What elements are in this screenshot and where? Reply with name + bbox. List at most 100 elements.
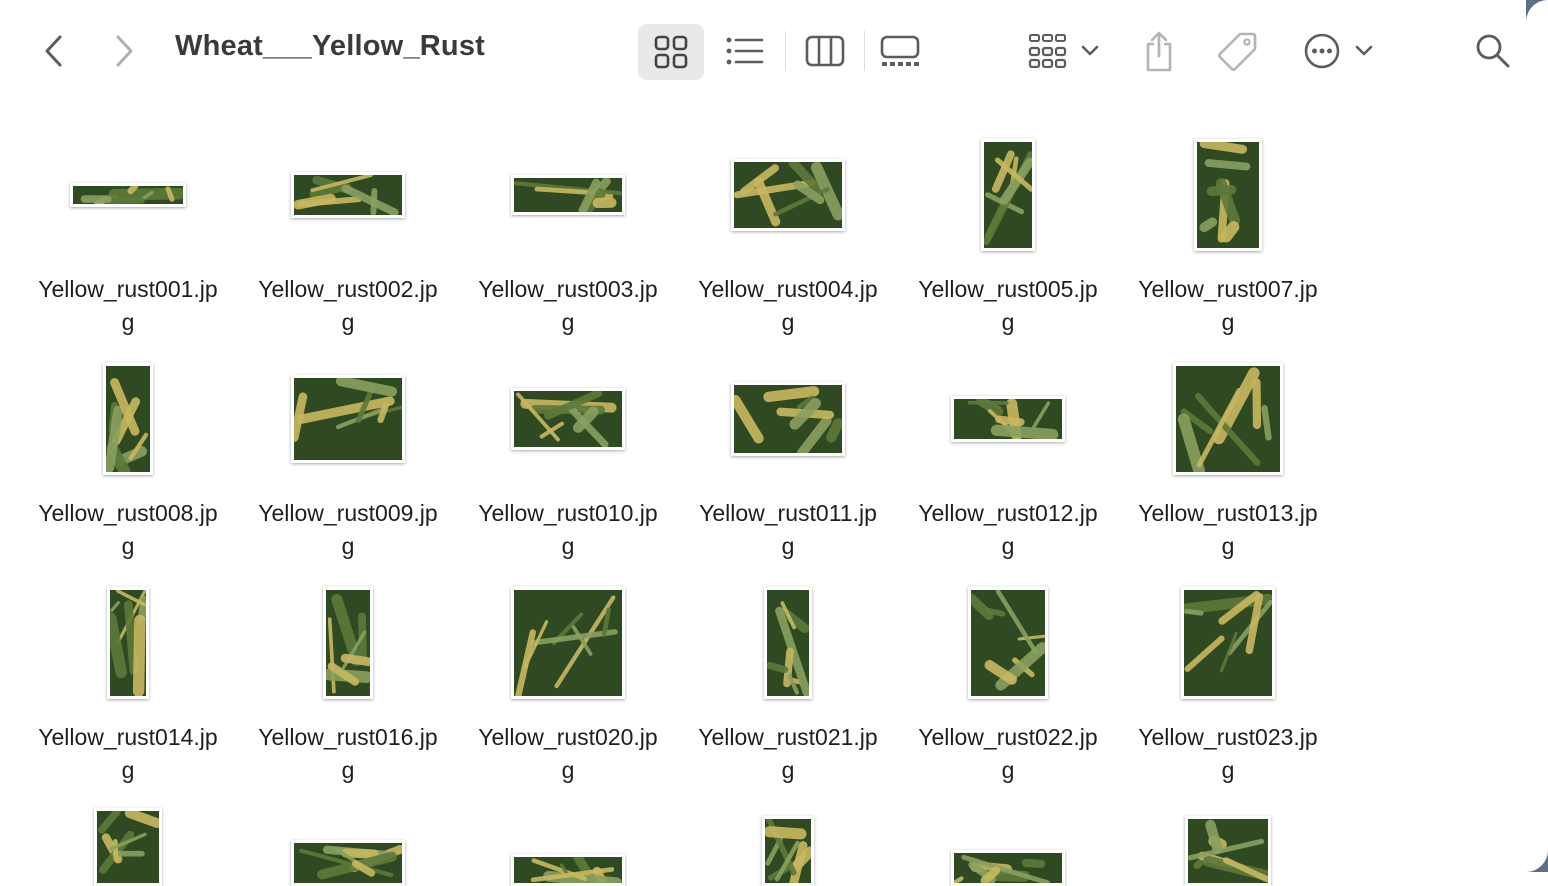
file-item[interactable]: Yellow_rust008.jpg	[18, 354, 238, 578]
file-name-label[interactable]: Yellow_rust021.jpg	[678, 721, 898, 787]
tag-icon	[1216, 30, 1258, 72]
image-thumbnail[interactable]	[94, 808, 162, 886]
file-name-line: g	[458, 754, 678, 787]
share-button[interactable]	[1136, 24, 1182, 78]
file-name-label[interactable]: Yellow_rust004.jpg	[678, 273, 898, 339]
file-item[interactable]: Yellow_rust005.jpg	[898, 130, 1118, 354]
gallery-view-icon	[880, 35, 920, 67]
file-name-line: g	[898, 306, 1118, 339]
file-name-line: g	[678, 754, 898, 787]
file-name-label[interactable]: Yellow_rust008.jpg	[18, 497, 238, 563]
file-name-line: Yellow_rust011.jp	[678, 497, 898, 530]
image-thumbnail[interactable]	[1185, 816, 1271, 886]
image-thumbnail[interactable]	[951, 396, 1065, 442]
file-name-label[interactable]: Yellow_rust016.jpg	[238, 721, 458, 787]
image-thumbnail[interactable]	[291, 840, 405, 886]
file-name-label[interactable]: Yellow_rust011.jpg	[678, 497, 898, 563]
thumbnail-area	[238, 130, 458, 260]
window-corner	[1526, 850, 1548, 872]
image-thumbnail[interactable]	[951, 850, 1065, 886]
file-item[interactable]: Yellow_rust012.jpg	[898, 354, 1118, 578]
file-item[interactable]: Yellow_rust010.jpg	[458, 354, 678, 578]
file-item[interactable]: Yellow_rust001.jpg	[18, 130, 238, 354]
file-name-label[interactable]: Yellow_rust013.jpg	[1118, 497, 1338, 563]
gallery-view-button[interactable]	[874, 26, 926, 76]
image-thumbnail[interactable]	[511, 587, 625, 699]
file-name-label[interactable]: Yellow_rust014.jpg	[18, 721, 238, 787]
image-thumbnail[interactable]	[291, 375, 405, 463]
more-actions-button[interactable]	[1298, 26, 1378, 76]
back-button[interactable]	[36, 30, 72, 72]
file-name-line: Yellow_rust003.jp	[458, 273, 678, 306]
file-item[interactable]: Yellow_rust009.jpg	[238, 354, 458, 578]
image-thumbnail[interactable]	[70, 183, 186, 207]
file-name-label[interactable]: Yellow_rust010.jpg	[458, 497, 678, 563]
file-name-line: Yellow_rust001.jp	[18, 273, 238, 306]
image-thumbnail[interactable]	[731, 382, 845, 456]
image-thumbnail[interactable]	[107, 587, 149, 699]
file-item[interactable]: Yellow_rust011.jpg	[678, 354, 898, 578]
file-name-line: Yellow_rust013.jp	[1118, 497, 1338, 530]
search-icon	[1475, 33, 1511, 69]
thumbnail-area	[18, 354, 238, 484]
file-name-line: g	[898, 754, 1118, 787]
file-name-label[interactable]: Yellow_rust005.jpg	[898, 273, 1118, 339]
thumbnail-area	[678, 578, 898, 708]
file-name-line: Yellow_rust008.jp	[18, 497, 238, 530]
file-name-label[interactable]: Yellow_rust020.jpg	[458, 721, 678, 787]
file-item[interactable]: Yellow_rust004.jpg	[678, 130, 898, 354]
file-item[interactable]: Yellow_rust020.jpg	[458, 578, 678, 802]
forward-button[interactable]	[106, 30, 142, 72]
image-thumbnail[interactable]	[762, 816, 814, 886]
file-name-label[interactable]: Yellow_rust003.jpg	[458, 273, 678, 339]
file-name-label[interactable]: Yellow_rust023.jpg	[1118, 721, 1338, 787]
file-item[interactable]: Yellow_rust013.jpg	[1118, 354, 1338, 578]
file-item[interactable]: Yellow_rust022.jpg	[898, 578, 1118, 802]
image-thumbnail[interactable]	[323, 587, 373, 699]
search-button[interactable]	[1470, 26, 1516, 76]
chevron-down-icon	[1355, 45, 1373, 57]
image-thumbnail[interactable]	[1173, 363, 1283, 475]
image-thumbnail[interactable]	[981, 139, 1035, 251]
file-name-label[interactable]: Yellow_rust012.jpg	[898, 497, 1118, 563]
file-item[interactable]: Yellow_rust003.jpg	[458, 130, 678, 354]
thumbnail-area	[1118, 578, 1338, 708]
file-name-label[interactable]: Yellow_rust009.jpg	[238, 497, 458, 563]
image-thumbnail[interactable]	[103, 363, 153, 475]
file-name-line: Yellow_rust009.jp	[238, 497, 458, 530]
file-name-label[interactable]: Yellow_rust002.jpg	[238, 273, 458, 339]
image-thumbnail[interactable]	[511, 175, 625, 215]
thumbnail-area	[238, 354, 458, 484]
share-icon	[1143, 30, 1175, 72]
icon-view-grid-icon	[654, 35, 688, 69]
image-thumbnail[interactable]	[511, 854, 625, 886]
file-item[interactable]: Yellow_rust014.jpg	[18, 578, 238, 802]
file-name-label[interactable]: Yellow_rust007.jpg	[1118, 273, 1338, 339]
image-thumbnail[interactable]	[731, 159, 845, 231]
file-item[interactable]: Yellow_rust023.jpg	[1118, 578, 1338, 802]
file-item[interactable]: Yellow_rust002.jpg	[238, 130, 458, 354]
image-thumbnail[interactable]	[764, 587, 812, 699]
file-item[interactable]: Yellow_rust016.jpg	[238, 578, 458, 802]
group-by-button[interactable]	[1022, 26, 1104, 76]
thumbnail-area	[678, 130, 898, 260]
list-view-icon	[726, 36, 764, 66]
file-item[interactable]: Yellow_rust007.jpg	[1118, 130, 1338, 354]
image-thumbnail[interactable]	[291, 172, 405, 218]
tag-button[interactable]	[1212, 26, 1262, 76]
file-name-label[interactable]: Yellow_rust001.jpg	[18, 273, 238, 339]
file-name-line: g	[238, 754, 458, 787]
finder-toolbar: Wheat___Yellow_Rust	[0, 0, 1548, 104]
column-view-button[interactable]	[800, 26, 850, 76]
file-item[interactable]: Yellow_rust021.jpg	[678, 578, 898, 802]
icon-view-button[interactable]	[638, 24, 704, 80]
image-thumbnail[interactable]	[511, 388, 625, 450]
image-thumbnail[interactable]	[1181, 587, 1275, 699]
group-by-icon	[1027, 34, 1067, 68]
file-name-line: Yellow_rust020.jp	[458, 721, 678, 754]
list-view-button[interactable]	[720, 26, 770, 76]
image-thumbnail[interactable]	[968, 587, 1048, 699]
chevron-left-icon	[43, 34, 65, 68]
image-thumbnail[interactable]	[1194, 139, 1262, 251]
file-name-label[interactable]: Yellow_rust022.jpg	[898, 721, 1118, 787]
